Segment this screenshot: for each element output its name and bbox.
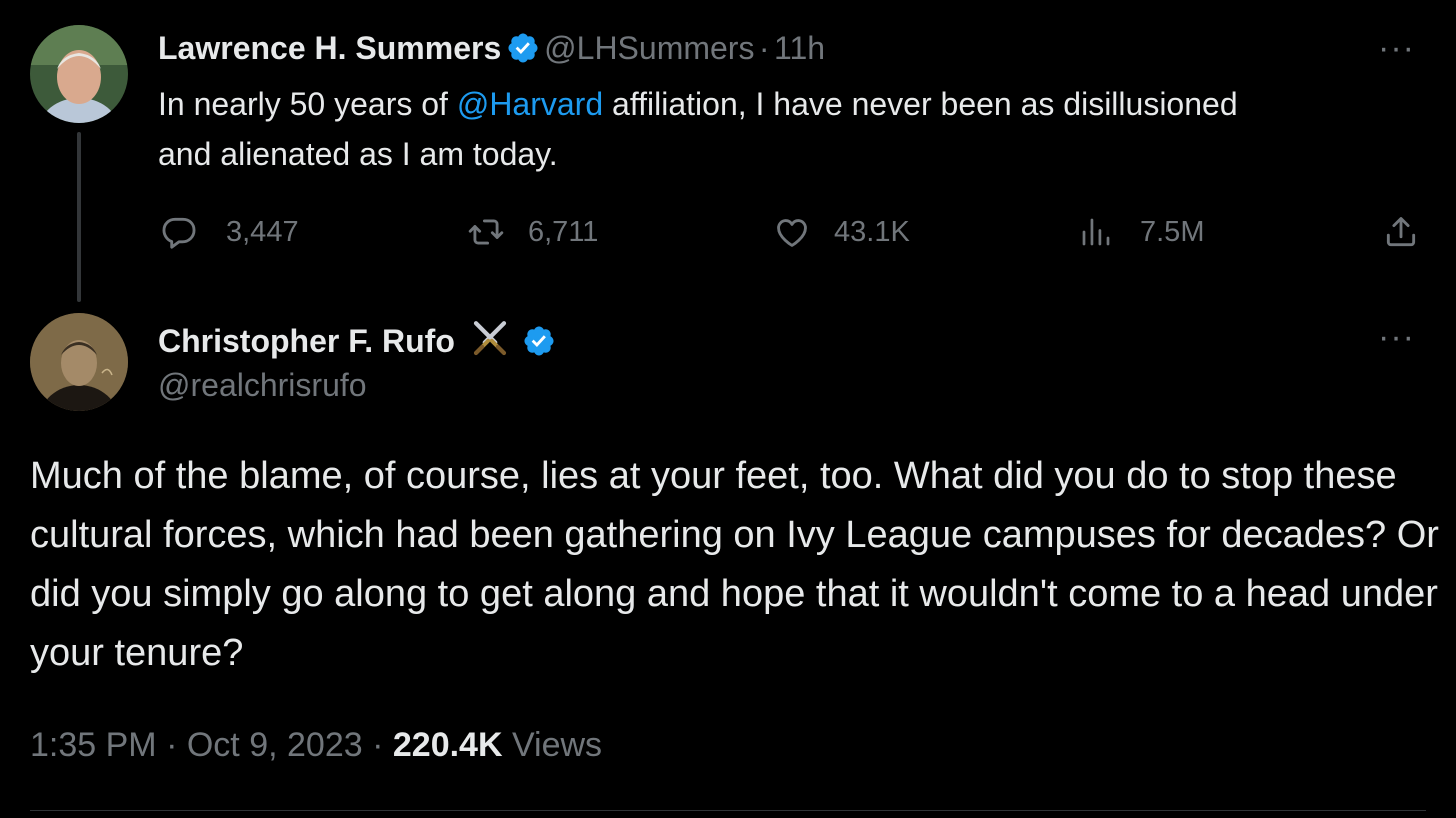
verified-badge-icon	[508, 33, 538, 63]
tweet-time[interactable]: 1:35 PM	[30, 726, 157, 764]
more-options-button[interactable]: ···	[1378, 31, 1415, 65]
more-options-button[interactable]: ···	[1378, 320, 1415, 354]
like-icon	[777, 219, 807, 247]
avatar-summers[interactable]	[30, 25, 128, 123]
share-button[interactable]	[1382, 213, 1420, 251]
views-icon	[1082, 218, 1110, 246]
like-button[interactable]: 43.1K	[772, 213, 910, 251]
reply-count: 3,447	[226, 215, 299, 248]
views-label: Views	[511, 726, 603, 764]
views-button[interactable]: 7.5M	[1078, 213, 1204, 251]
repost-count: 6,711	[528, 215, 599, 248]
crossed-swords-emoji	[474, 321, 507, 356]
author-handle[interactable]: @realchrisrufo	[158, 367, 367, 404]
views-total[interactable]: 220.4K	[393, 726, 503, 764]
thread-line	[77, 132, 81, 302]
author-name[interactable]: Lawrence H. Summers	[158, 30, 501, 66]
separator: ·	[758, 30, 770, 66]
quoted-tweet-text: In nearly 50 years of @Harvard affiliati…	[158, 79, 1278, 179]
tweet-date[interactable]: Oct 9, 2023	[187, 726, 363, 764]
summers-header: Lawrence H. Summers @LHSummers · 11h	[158, 30, 825, 67]
rufo-name-row: Christopher F. Rufo	[158, 318, 556, 360]
repost-icon	[468, 219, 504, 245]
tweet-time[interactable]: 11h	[774, 30, 825, 66]
separator: ·	[166, 726, 178, 764]
mention-link[interactable]: @Harvard	[457, 86, 603, 122]
verified-badge-icon	[524, 326, 554, 356]
tweet-meta: 1:35 PM · Oct 9, 2023 · 220.4K Views	[30, 726, 602, 765]
author-handle[interactable]: @LHSummers	[544, 30, 754, 66]
repost-button[interactable]: 6,711	[466, 213, 598, 251]
author-name[interactable]: Christopher F. Rufo	[158, 323, 455, 359]
reply-button[interactable]: 3,447	[160, 213, 299, 251]
reply-icon	[162, 217, 196, 249]
text-before: In nearly 50 years of	[158, 86, 457, 122]
divider	[30, 810, 1426, 811]
like-count: 43.1K	[834, 215, 910, 248]
share-icon	[1386, 217, 1416, 247]
avatar-rufo[interactable]	[30, 313, 128, 411]
main-tweet-text: Much of the blame, of course, lies at yo…	[30, 455, 1439, 674]
separator: ·	[372, 726, 384, 764]
views-count: 7.5M	[1140, 215, 1205, 248]
